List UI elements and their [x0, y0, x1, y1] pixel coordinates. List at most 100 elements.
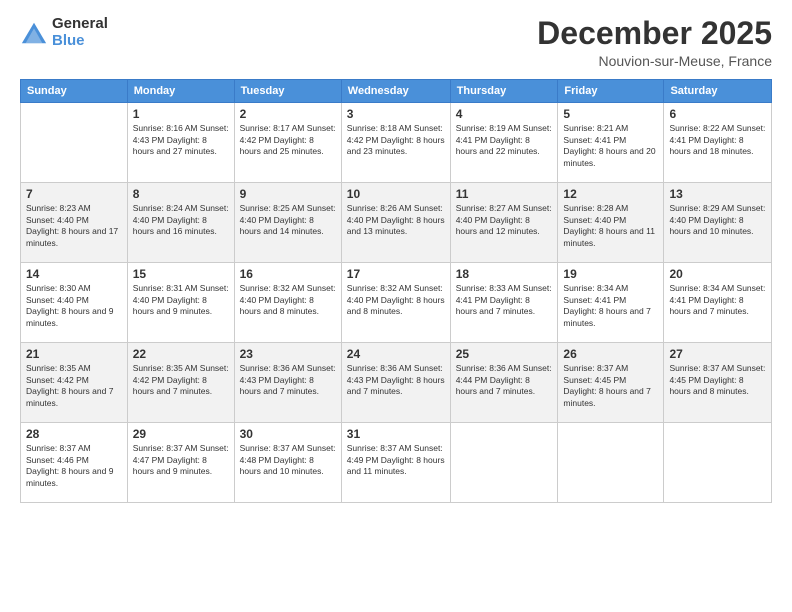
- day-info: Sunrise: 8:21 AM Sunset: 4:41 PM Dayligh…: [563, 123, 658, 169]
- day-number: 12: [563, 187, 658, 201]
- day-number: 30: [240, 427, 336, 441]
- day-info: Sunrise: 8:36 AM Sunset: 4:44 PM Dayligh…: [456, 363, 553, 397]
- table-row: [664, 423, 772, 503]
- col-sunday: Sunday: [21, 80, 128, 103]
- table-row: 6Sunrise: 8:22 AM Sunset: 4:41 PM Daylig…: [664, 103, 772, 183]
- day-number: 31: [347, 427, 445, 441]
- logo-text: General Blue: [52, 16, 108, 49]
- day-info: Sunrise: 8:27 AM Sunset: 4:40 PM Dayligh…: [456, 203, 553, 237]
- day-number: 25: [456, 347, 553, 361]
- table-row: 28Sunrise: 8:37 AM Sunset: 4:46 PM Dayli…: [21, 423, 128, 503]
- day-number: 10: [347, 187, 445, 201]
- day-info: Sunrise: 8:34 AM Sunset: 4:41 PM Dayligh…: [563, 283, 658, 329]
- table-row: 24 Sunrise: 8:36 AM Sunset: 4:43 PM Dayli…: [341, 343, 450, 423]
- table-row: 20 Sunrise: 8:34 AM Sunset: 4:41 PM Dayli…: [664, 263, 772, 343]
- day-number: 23: [240, 347, 336, 361]
- day-number: 20: [669, 267, 766, 281]
- day-info: Sunrise: 8:36 AM Sunset: 4:43 PM Dayligh…: [347, 363, 445, 397]
- table-row: 14Sunrise: 8:30 AM Sunset: 4:40 PM Dayli…: [21, 263, 128, 343]
- day-info: Sunrise: 8:37 AM Sunset: 4:45 PM Dayligh…: [669, 363, 766, 397]
- day-info: Sunrise: 8:17 AM Sunset: 4:42 PM Dayligh…: [240, 123, 336, 157]
- day-info: Sunrise: 8:22 AM Sunset: 4:41 PM Dayligh…: [669, 123, 766, 157]
- day-number: 22: [133, 347, 229, 361]
- table-row: 19 Sunrise: 8:34 AM Sunset: 4:41 PM Dayli…: [558, 263, 664, 343]
- col-wednesday: Wednesday: [341, 80, 450, 103]
- day-number: 15: [133, 267, 229, 281]
- table-row: [21, 103, 128, 183]
- calendar-week-row: 1Sunrise: 8:16 AM Sunset: 4:43 PM Daylig…: [21, 103, 772, 183]
- calendar-week-row: 28Sunrise: 8:37 AM Sunset: 4:46 PM Dayli…: [21, 423, 772, 503]
- day-info: Sunrise: 8:35 AM Sunset: 4:42 PM Dayligh…: [133, 363, 229, 397]
- day-info: Sunrise: 8:37 AM Sunset: 4:47 PM Dayligh…: [133, 443, 229, 477]
- logo-general-text: General: [52, 16, 108, 33]
- table-row: 29Sunrise: 8:37 AM Sunset: 4:47 PM Dayli…: [127, 423, 234, 503]
- table-row: 26 Sunrise: 8:37 AM Sunset: 4:45 PM Dayli…: [558, 343, 664, 423]
- table-row: 4 Sunrise: 8:19 AM Sunset: 4:41 PM Daylig…: [450, 103, 558, 183]
- logo-icon: [20, 19, 48, 47]
- day-number: 26: [563, 347, 658, 361]
- logo-blue-text: Blue: [52, 33, 108, 50]
- day-number: 21: [26, 347, 122, 361]
- location: Nouvion-sur-Meuse, France: [537, 53, 772, 69]
- logo: General Blue: [20, 16, 108, 49]
- col-tuesday: Tuesday: [234, 80, 341, 103]
- day-number: 13: [669, 187, 766, 201]
- day-number: 18: [456, 267, 553, 281]
- table-row: 27 Sunrise: 8:37 AM Sunset: 4:45 PM Dayli…: [664, 343, 772, 423]
- col-monday: Monday: [127, 80, 234, 103]
- col-thursday: Thursday: [450, 80, 558, 103]
- day-number: 4: [456, 107, 553, 121]
- table-row: 23 Sunrise: 8:36 AM Sunset: 4:43 PM Dayli…: [234, 343, 341, 423]
- day-number: 24: [347, 347, 445, 361]
- table-row: [558, 423, 664, 503]
- table-row: 8 Sunrise: 8:24 AM Sunset: 4:40 PM Daylig…: [127, 183, 234, 263]
- table-row: 12 Sunrise: 8:28 AM Sunset: 4:40 PM Dayli…: [558, 183, 664, 263]
- month-title: December 2025: [537, 16, 772, 51]
- col-saturday: Saturday: [664, 80, 772, 103]
- table-row: 2Sunrise: 8:17 AM Sunset: 4:42 PM Daylig…: [234, 103, 341, 183]
- day-number: 3: [347, 107, 445, 121]
- table-row: 9 Sunrise: 8:25 AM Sunset: 4:40 PM Daylig…: [234, 183, 341, 263]
- table-row: 10 Sunrise: 8:26 AM Sunset: 4:40 PM Dayli…: [341, 183, 450, 263]
- table-row: 1Sunrise: 8:16 AM Sunset: 4:43 PM Daylig…: [127, 103, 234, 183]
- day-number: 19: [563, 267, 658, 281]
- day-number: 16: [240, 267, 336, 281]
- table-row: 22 Sunrise: 8:35 AM Sunset: 4:42 PM Dayli…: [127, 343, 234, 423]
- day-info: Sunrise: 8:37 AM Sunset: 4:45 PM Dayligh…: [563, 363, 658, 409]
- day-number: 27: [669, 347, 766, 361]
- header: General Blue December 2025 Nouvion-sur-M…: [20, 16, 772, 69]
- day-info: Sunrise: 8:34 AM Sunset: 4:41 PM Dayligh…: [669, 283, 766, 317]
- table-row: 25 Sunrise: 8:36 AM Sunset: 4:44 PM Dayli…: [450, 343, 558, 423]
- day-number: 5: [563, 107, 658, 121]
- day-info: Sunrise: 8:26 AM Sunset: 4:40 PM Dayligh…: [347, 203, 445, 237]
- day-info: Sunrise: 8:37 AM Sunset: 4:48 PM Dayligh…: [240, 443, 336, 477]
- day-info: Sunrise: 8:29 AM Sunset: 4:40 PM Dayligh…: [669, 203, 766, 237]
- table-row: 30 Sunrise: 8:37 AM Sunset: 4:48 PM Dayli…: [234, 423, 341, 503]
- calendar-week-row: 14Sunrise: 8:30 AM Sunset: 4:40 PM Dayli…: [21, 263, 772, 343]
- day-number: 1: [133, 107, 229, 121]
- day-info: Sunrise: 8:36 AM Sunset: 4:43 PM Dayligh…: [240, 363, 336, 397]
- table-row: 5 Sunrise: 8:21 AM Sunset: 4:41 PM Daylig…: [558, 103, 664, 183]
- table-row: [450, 423, 558, 503]
- day-info: Sunrise: 8:31 AM Sunset: 4:40 PM Dayligh…: [133, 283, 229, 317]
- day-number: 11: [456, 187, 553, 201]
- table-row: 7 Sunrise: 8:23 AM Sunset: 4:40 PM Daylig…: [21, 183, 128, 263]
- day-info: Sunrise: 8:37 AM Sunset: 4:49 PM Dayligh…: [347, 443, 445, 477]
- day-info: Sunrise: 8:24 AM Sunset: 4:40 PM Dayligh…: [133, 203, 229, 237]
- day-info: Sunrise: 8:32 AM Sunset: 4:40 PM Dayligh…: [347, 283, 445, 317]
- table-row: 18Sunrise: 8:33 AM Sunset: 4:41 PM Dayli…: [450, 263, 558, 343]
- calendar-week-row: 7 Sunrise: 8:23 AM Sunset: 4:40 PM Daylig…: [21, 183, 772, 263]
- table-row: 15 Sunrise: 8:31 AM Sunset: 4:40 PM Dayli…: [127, 263, 234, 343]
- col-friday: Friday: [558, 80, 664, 103]
- calendar-table: Sunday Monday Tuesday Wednesday Thursday…: [20, 79, 772, 503]
- day-number: 8: [133, 187, 229, 201]
- day-number: 9: [240, 187, 336, 201]
- table-row: 16Sunrise: 8:32 AM Sunset: 4:40 PM Dayli…: [234, 263, 341, 343]
- day-info: Sunrise: 8:19 AM Sunset: 4:41 PM Dayligh…: [456, 123, 553, 157]
- day-number: 7: [26, 187, 122, 201]
- day-info: Sunrise: 8:28 AM Sunset: 4:40 PM Dayligh…: [563, 203, 658, 249]
- day-info: Sunrise: 8:25 AM Sunset: 4:40 PM Dayligh…: [240, 203, 336, 237]
- day-info: Sunrise: 8:23 AM Sunset: 4:40 PM Dayligh…: [26, 203, 122, 249]
- day-info: Sunrise: 8:18 AM Sunset: 4:42 PM Dayligh…: [347, 123, 445, 157]
- calendar-week-row: 21 Sunrise: 8:35 AM Sunset: 4:42 PM Dayli…: [21, 343, 772, 423]
